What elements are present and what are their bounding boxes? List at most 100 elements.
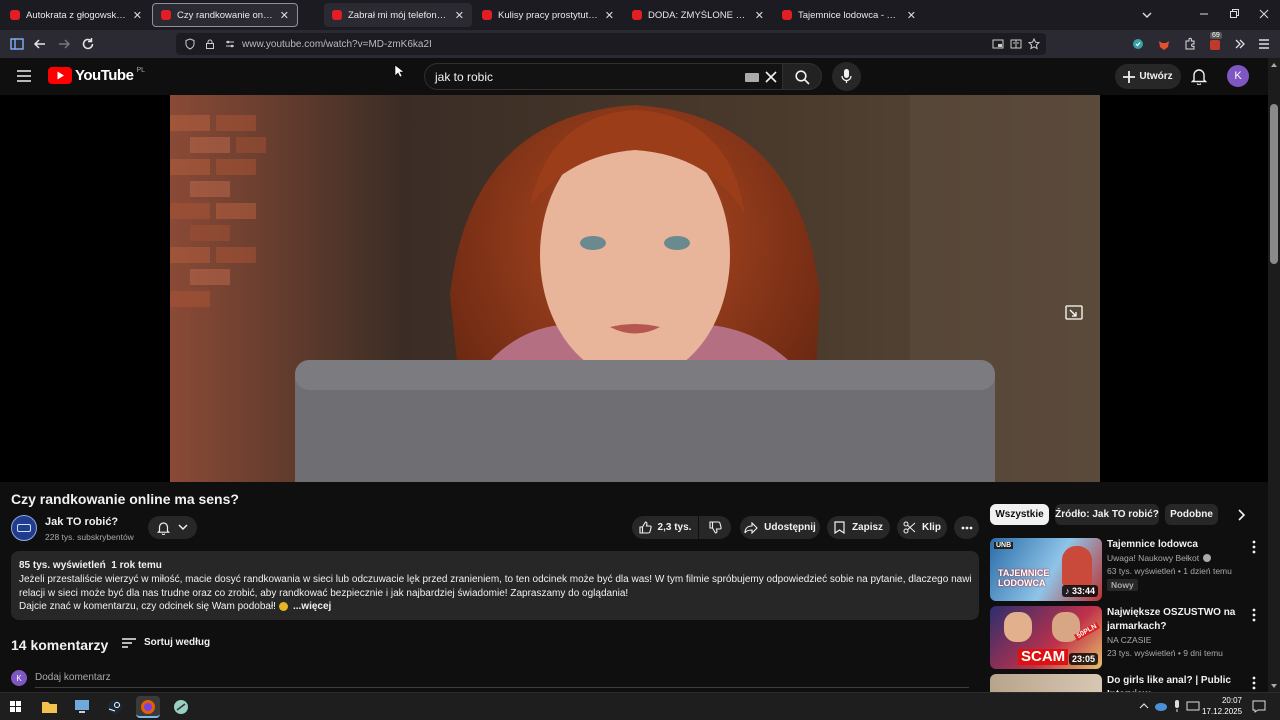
close-tab-icon[interactable]: ✕ — [755, 9, 764, 22]
add-comment-input[interactable]: Dodaj komentarz — [35, 672, 111, 683]
page-scrollbar[interactable] — [1268, 58, 1280, 692]
recommended-meta: 63 tys. wyświetleń • 1 dzień temu — [1107, 566, 1232, 576]
clear-search-icon[interactable] — [765, 71, 777, 83]
browser-tab[interactable]: Autokrata z głogowskiej huty w ✕ — [2, 3, 150, 27]
windows-start-icon[interactable] — [4, 696, 28, 718]
youtube-favicon-icon — [10, 10, 20, 20]
more-vertical-icon[interactable] — [1250, 608, 1258, 622]
bookmark-star-icon[interactable] — [1028, 38, 1040, 50]
description-line: relacji w sieci może być dla nas trudne … — [19, 587, 629, 599]
video-player[interactable] — [0, 95, 1268, 482]
browser-tab[interactable]: Tajemnice lodowca - YouTube ✕ — [774, 3, 924, 27]
chip-all[interactable]: Wszystkie — [990, 504, 1049, 525]
miniplayer-icon[interactable] — [1065, 305, 1083, 320]
create-button[interactable]: Utwórz — [1115, 64, 1181, 89]
chip-source-channel[interactable]: Źródło: Jak TO robić? — [1055, 504, 1159, 525]
remote-desktop-icon[interactable] — [70, 696, 94, 718]
url-text: www.youtube.com/watch?v=MD-zmK6ka2I — [242, 38, 432, 50]
scroll-down-arrow-icon[interactable] — [1271, 684, 1277, 689]
sidebar-toggle-icon[interactable] — [9, 36, 25, 52]
steam-icon[interactable] — [103, 696, 127, 718]
reload-icon[interactable] — [80, 36, 96, 52]
save-button[interactable]: Zapisz — [827, 516, 890, 539]
tab-list-chevron-icon[interactable] — [1140, 9, 1154, 21]
tab-title: Kulisy pracy prostytutki. Cała p — [498, 9, 599, 21]
subscription-bell-button[interactable] — [148, 516, 197, 539]
onedrive-icon[interactable] — [1154, 700, 1168, 712]
back-arrow-icon[interactable] — [32, 36, 48, 52]
lock-icon[interactable] — [204, 38, 216, 50]
close-window-icon[interactable] — [1258, 8, 1270, 20]
close-tab-icon[interactable]: ✕ — [280, 9, 289, 22]
description-line: Jeżeli przestaliście wierzyć w miłość, m… — [19, 574, 971, 586]
show-more-link[interactable]: ...więcej — [293, 600, 331, 613]
permissions-icon[interactable] — [224, 38, 236, 50]
more-vertical-icon[interactable] — [1250, 676, 1258, 690]
tray-overflow-chevron-icon[interactable] — [1139, 702, 1149, 710]
sort-comments-button[interactable]: Sortuj według — [122, 637, 210, 648]
browser-tab[interactable]: Kulisy pracy prostytutki. Cała p ✕ — [474, 3, 622, 27]
chip-similar[interactable]: Podobne — [1165, 504, 1218, 525]
notification-center-icon[interactable] — [1252, 700, 1266, 713]
system-clock[interactable]: 20:07 17.12.2025 — [1202, 695, 1242, 717]
recommended-channel-row: Uwaga! Naukowy Bełkot — [1107, 553, 1212, 563]
close-tab-icon[interactable]: ✕ — [605, 9, 614, 22]
channel-name[interactable]: Jak TO robić? — [45, 516, 118, 528]
dislike-button[interactable] — [699, 516, 731, 539]
more-actions-button[interactable] — [954, 516, 979, 539]
close-tab-icon[interactable]: ✕ — [455, 9, 464, 22]
video-thumbnail[interactable] — [990, 674, 1102, 692]
recommended-video[interactable]: UNB TAJEMNICE LODOWCA ♪ 33:44 Tajemnice … — [990, 538, 1260, 602]
tracking-shield-icon[interactable] — [184, 38, 196, 50]
chip-scroll-right-icon[interactable] — [1238, 509, 1246, 521]
close-tab-icon[interactable]: ✕ — [133, 9, 142, 22]
recommended-video[interactable]: 50PLN SCAM 23:05 Największe OSZUSTWO na … — [990, 606, 1260, 670]
video-thumbnail[interactable]: UNB TAJEMNICE LODOWCA ♪ 33:44 — [990, 538, 1102, 601]
browser-tab[interactable]: Zabrał mi mój telefon w nocy ✕ — [324, 3, 472, 27]
network-icon[interactable] — [1186, 700, 1200, 712]
video-thumbnail[interactable]: 50PLN SCAM 23:05 — [990, 606, 1102, 669]
share-button[interactable]: Udostępnij — [740, 516, 820, 539]
vpn-extension-icon[interactable] — [1130, 36, 1146, 52]
channel-avatar[interactable] — [11, 515, 37, 541]
fox-extension-icon[interactable] — [1156, 36, 1172, 52]
keyboard-icon[interactable] — [745, 73, 759, 82]
app-taskbar-icon[interactable] — [169, 696, 193, 718]
like-button[interactable]: 2,3 tys. — [632, 516, 698, 539]
scroll-up-arrow-icon[interactable] — [1271, 62, 1277, 67]
youtube-header: YouTube PL jak to robic Utwórz K — [0, 58, 1268, 95]
description-box[interactable]: 85 tys. wyświetleń 1 rok temu Jeżeli prz… — [11, 551, 979, 620]
browser-tab[interactable]: DODA: ZMYŚLONE ŻYCIE I KAR ✕ — [624, 3, 772, 27]
bell-icon — [157, 521, 170, 535]
scrollbar-thumb[interactable] — [1270, 104, 1278, 264]
extensions-puzzle-icon[interactable] — [1182, 36, 1198, 52]
file-explorer-icon[interactable] — [37, 696, 61, 718]
thumbnail-caption: TAJEMNICE LODOWCA — [998, 568, 1050, 588]
more-vertical-icon[interactable] — [1250, 540, 1258, 554]
hamburger-menu-icon[interactable] — [16, 69, 32, 83]
app-menu-icon[interactable] — [1256, 36, 1272, 52]
youtube-logo[interactable]: YouTube PL — [48, 67, 145, 84]
browser-tab-active[interactable]: Czy randkowanie online ma sen ✕ — [152, 3, 298, 27]
picture-in-picture-icon[interactable] — [992, 38, 1004, 50]
adblock-extension-icon[interactable]: 69 — [1207, 32, 1223, 52]
clip-button[interactable]: Klip — [897, 516, 947, 539]
firefox-taskbar-icon[interactable] — [136, 696, 160, 718]
description-line: Dajcie znać w komentarzu, czy odcinek si… — [19, 600, 276, 612]
notifications-bell-icon[interactable] — [1191, 68, 1207, 85]
address-bar[interactable]: www.youtube.com/watch?v=MD-zmK6ka2I — [176, 33, 1046, 55]
comment-count: 14 komentarzy — [11, 637, 109, 653]
minimize-window-icon[interactable] — [1198, 8, 1210, 20]
restore-window-icon[interactable] — [1228, 8, 1240, 20]
recommended-video[interactable]: Do girls like anal? | Public Interview — [990, 674, 1260, 692]
video-frame-image[interactable] — [170, 95, 1100, 482]
microphone-tray-icon[interactable] — [1172, 700, 1182, 712]
overflow-chevrons-icon[interactable] — [1232, 36, 1248, 52]
account-avatar[interactable]: K — [1227, 65, 1249, 87]
reader-view-icon[interactable] — [1010, 38, 1022, 50]
forward-arrow-icon[interactable] — [56, 36, 72, 52]
close-tab-icon[interactable]: ✕ — [907, 9, 916, 22]
search-input[interactable]: jak to robic — [424, 63, 784, 90]
voice-search-button[interactable] — [832, 62, 861, 91]
search-button[interactable] — [782, 63, 822, 90]
